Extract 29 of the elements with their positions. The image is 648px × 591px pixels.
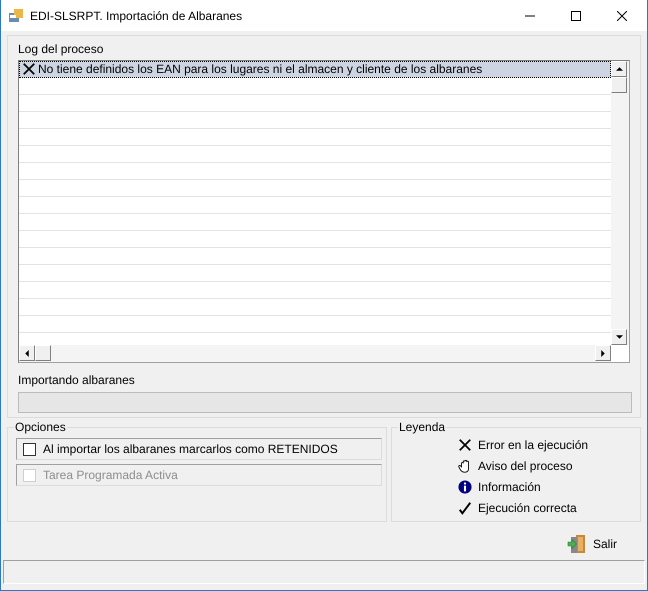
legend-label: Error en la ejecución bbox=[478, 438, 588, 452]
door-exit-icon bbox=[566, 534, 587, 554]
info-icon bbox=[458, 480, 472, 494]
legend-title: Leyenda bbox=[398, 420, 446, 434]
legend-label: Información bbox=[478, 480, 541, 494]
log-label: Log del proceso bbox=[18, 42, 104, 56]
exit-button[interactable]: Salir bbox=[562, 532, 621, 556]
horizontal-scrollbar[interactable] bbox=[19, 345, 611, 362]
scroll-thumb[interactable] bbox=[611, 77, 627, 93]
up-arrow-icon[interactable] bbox=[616, 67, 622, 71]
progress-label: Importando albaranes bbox=[18, 373, 136, 387]
down-arrow-icon[interactable] bbox=[616, 335, 622, 339]
log-row[interactable]: No tiene definidos los EAN para los lugares ni el almacen y cliente de los albaranes bbox=[19, 61, 611, 78]
left-arrow-icon[interactable] bbox=[25, 350, 29, 356]
cross-icon bbox=[458, 438, 472, 452]
cross-icon bbox=[22, 62, 36, 76]
option-checkbox[interactable]: Al importar los albaranes marcarlos como RETENIDOS bbox=[16, 438, 382, 460]
options-title: Opciones bbox=[14, 420, 67, 434]
app-icon bbox=[8, 8, 24, 24]
maximize-icon[interactable] bbox=[571, 10, 581, 20]
vertical-scrollbar[interactable] bbox=[611, 61, 629, 345]
legend-label: Ejecución correcta bbox=[478, 500, 577, 514]
window-title: EDI-SLSRPT. Importación de Albaranes bbox=[30, 8, 242, 22]
checkmark-icon bbox=[458, 500, 472, 514]
hand-icon bbox=[458, 458, 472, 472]
scroll-thumb[interactable] bbox=[35, 345, 51, 361]
legend-label: Aviso del proceso bbox=[478, 458, 572, 472]
right-arrow-icon[interactable] bbox=[601, 350, 605, 356]
close-icon[interactable] bbox=[617, 10, 627, 20]
